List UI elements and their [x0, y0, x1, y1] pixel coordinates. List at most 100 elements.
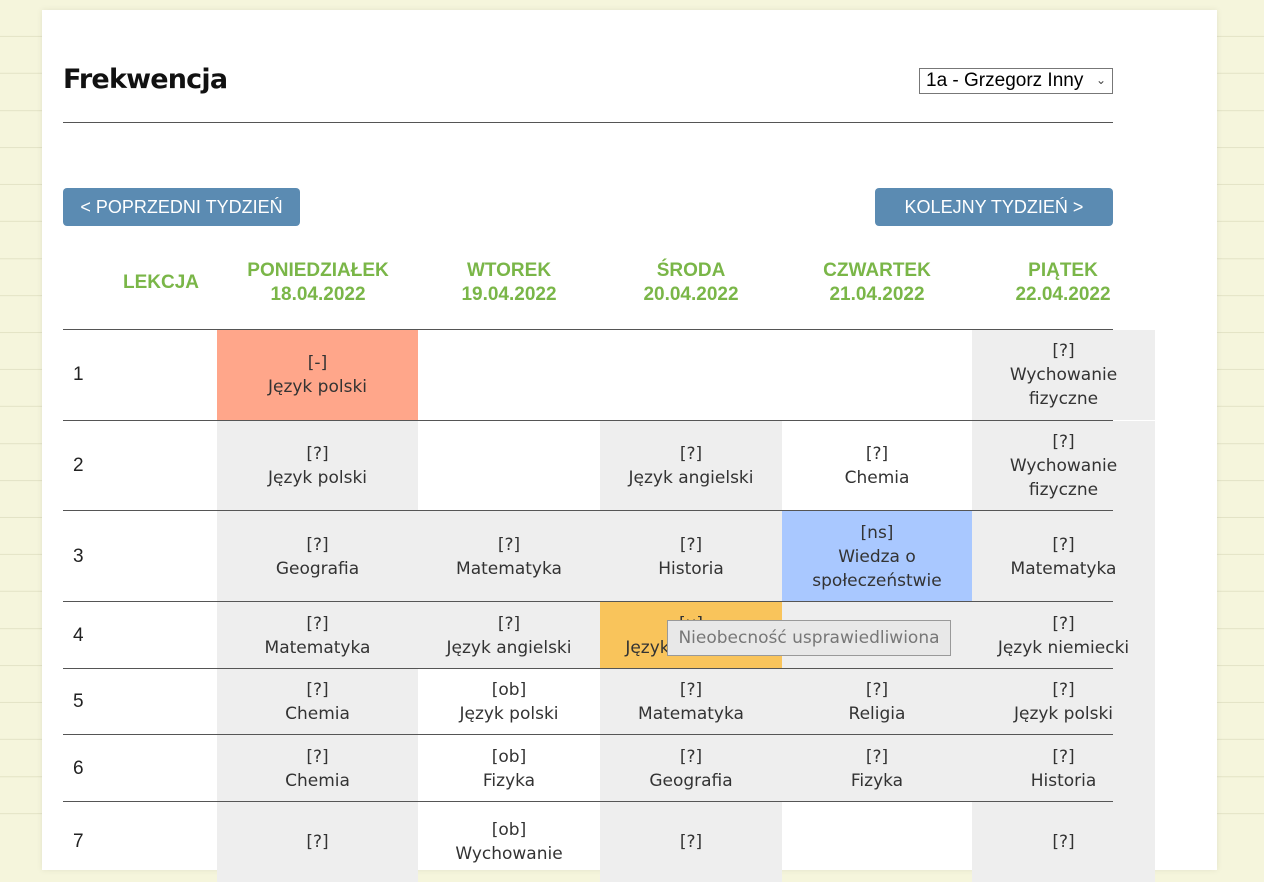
attendance-cell[interactable]: [?] Historia	[972, 735, 1155, 802]
day-column-header: ŚRODA 20.04.2022	[591, 255, 791, 311]
subject-name: Matematyka	[264, 637, 371, 658]
attendance-status: [?]	[679, 534, 703, 555]
day-column-header: WTOREK 19.04.2022	[409, 255, 609, 311]
subject-name: Wychowanie	[455, 844, 563, 864]
attendance-status: [?]	[679, 832, 703, 852]
attendance-status: [?]	[1052, 534, 1075, 555]
lesson-number: 5	[73, 691, 84, 712]
day-name: ŚRODA	[656, 260, 726, 281]
attendance-status: [?]	[306, 680, 329, 700]
subject-name: Matematyka	[638, 704, 744, 724]
attendance-status: [ob]	[491, 746, 527, 767]
attendance-cell[interactable]: [?] Matematyka	[418, 511, 600, 602]
class-select-value: 1a - Grzegorz Inny	[926, 70, 1084, 91]
subject-name: Język angielski	[446, 637, 572, 658]
attendance-cell[interactable]: [?] Chemia	[217, 735, 418, 802]
attendance-cell[interactable]: [?] Język polski	[972, 669, 1155, 735]
subject-name: Religia	[848, 704, 906, 724]
subject-name: Język angielski	[628, 468, 754, 488]
attendance-cell[interactable]: [?] Język angielski	[600, 421, 782, 511]
attendance-status: [?]	[1052, 613, 1075, 634]
attendance-cell[interactable]: [?] Język niemiecki	[972, 602, 1155, 669]
subject-name: Matematyka	[1010, 558, 1117, 579]
attendance-cell[interactable]: [?] Wychowanie fizyczne	[972, 421, 1155, 511]
subject-name: Chemia	[285, 770, 350, 791]
attendance-cell[interactable]: [?] Język angielski	[418, 602, 600, 669]
attendance-status: [?]	[679, 680, 703, 700]
attendance-cell[interactable]: [?] Język polski	[217, 421, 418, 511]
attendance-status: [?]	[306, 746, 329, 767]
subject-name: Fizyka	[482, 770, 536, 791]
subject-name: Język polski	[1013, 704, 1114, 724]
attendance-status: [?]	[1052, 680, 1075, 700]
class-select[interactable]: 1a - Grzegorz Inny ⌄	[919, 68, 1113, 94]
attendance-cell[interactable]: [?] Matematyka	[972, 511, 1155, 602]
attendance-cell[interactable]: [?]	[600, 802, 782, 882]
subject-name: Historia	[1030, 770, 1097, 791]
attendance-cell[interactable]: [?] Wychowanie fizyczne	[972, 330, 1155, 420]
subject-name: Chemia	[844, 468, 910, 488]
chevron-down-icon: ⌄	[1095, 73, 1106, 87]
lesson-number: 2	[73, 455, 84, 476]
attendance-cell[interactable]: [?] Matematyka	[600, 669, 782, 735]
attendance-status: [?]	[865, 680, 889, 700]
subject-name: Język polski	[267, 377, 368, 397]
attendance-status: [ob]	[491, 680, 527, 700]
attendance-cell[interactable]: [-] Język polski	[217, 330, 418, 420]
attendance-cell[interactable]: [?] Matematyka	[217, 602, 418, 669]
lesson-number: 7	[73, 831, 84, 852]
attendance-cell[interactable]: [?] Fizyka	[782, 735, 972, 802]
subject-name: Chemia	[285, 704, 350, 724]
subject-name: Matematyka	[456, 558, 562, 579]
attendance-status: [?]	[1052, 746, 1075, 767]
day-column-header: PIĄTEK 22.04.2022	[963, 255, 1163, 311]
day-name: PONIEDZIAŁEK	[247, 260, 389, 281]
lesson-number: 4	[73, 624, 84, 646]
subject-name: Fizyka	[850, 770, 904, 791]
attendance-cell[interactable]: [ob] Język polski	[418, 669, 600, 735]
attendance-status: [?]	[865, 444, 889, 464]
subject-name: Język polski	[267, 468, 368, 488]
attendance-cell[interactable]: [?] Chemia	[782, 421, 972, 511]
previous-week-button[interactable]: < POPRZEDNI TYDZIEŃ	[63, 188, 300, 226]
lesson-number: 3	[73, 545, 84, 567]
attendance-status: [ns]	[860, 522, 894, 543]
attendance-cell[interactable]: [?] Chemia	[217, 669, 418, 735]
next-week-button[interactable]: KOLEJNY TYDZIEŃ >	[875, 188, 1113, 226]
attendance-cell[interactable]: [?] Historia	[600, 511, 782, 602]
day-column-header: PONIEDZIAŁEK 18.04.2022	[218, 255, 418, 311]
attendance-status: [-]	[307, 353, 328, 373]
lesson-column-header: LEKCJA	[122, 272, 199, 293]
attendance-status: [?]	[1052, 341, 1075, 361]
day-column-header: CZWARTEK 21.04.2022	[777, 255, 977, 311]
attendance-cell[interactable]: [?] Geografia	[217, 511, 418, 602]
day-date: 22.04.2022	[1015, 284, 1111, 305]
attendance-status: [?]	[306, 832, 329, 852]
subject-name: Historia	[658, 558, 724, 579]
attendance-status: [?]	[306, 444, 329, 464]
day-date: 19.04.2022	[461, 284, 557, 305]
tooltip: Nieobecność usprawiedliwiona	[667, 620, 951, 656]
subject-name: Geografia	[649, 770, 733, 791]
day-date: 20.04.2022	[643, 284, 739, 305]
day-name: CZWARTEK	[823, 260, 931, 281]
day-name: PIĄTEK	[1028, 260, 1098, 281]
attendance-status: [?]	[679, 746, 703, 767]
attendance-cell[interactable]: [ob] Wychowanie	[418, 802, 600, 882]
attendance-status: [?]	[497, 613, 521, 634]
attendance-cell[interactable]: [?]	[217, 802, 418, 882]
day-date: 21.04.2022	[829, 284, 925, 305]
attendance-cell[interactable]: [?]	[972, 802, 1155, 882]
attendance-cell[interactable]: [ob] Fizyka	[418, 735, 600, 802]
attendance-cell[interactable]: [?] Geografia	[600, 735, 782, 802]
attendance-status: [?]	[497, 534, 521, 555]
attendance-cell[interactable]: [?] Religia	[782, 669, 972, 735]
title-divider	[63, 122, 1113, 123]
attendance-cell[interactable]: [ns] Wiedza o społeczeństwie	[782, 511, 972, 602]
lesson-number: 1	[73, 364, 84, 385]
lesson-number: 6	[73, 757, 84, 779]
attendance-status: [?]	[1052, 432, 1075, 452]
subject-name: Język niemiecki	[997, 637, 1130, 658]
subject-name: Język polski	[459, 704, 559, 724]
subject-name: Wiedza o społeczeństwie	[812, 546, 942, 591]
